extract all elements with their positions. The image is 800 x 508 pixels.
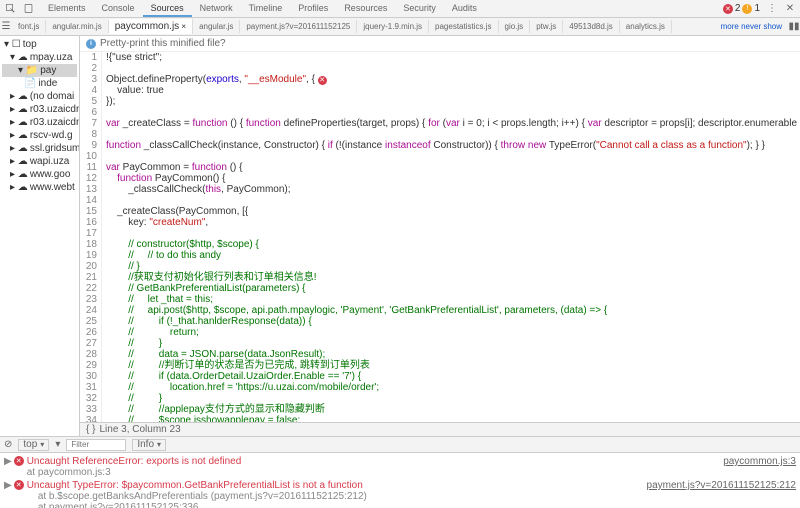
file-tab[interactable]: pagestatistics.js (429, 20, 498, 33)
file-tab[interactable]: jquery-1.9.min.js (357, 20, 429, 33)
file-navigator: ▾ ☐ top ▾ ☁ mpay.uza ▾ 📁 pay 📄 inde ▸ ☁ … (0, 36, 80, 436)
tab-resources[interactable]: Resources (336, 1, 395, 17)
code-area[interactable]: 1 2 3 4 5 6 7 8 9 10 11 12 13 14 15 16 1… (80, 52, 800, 422)
log-level-select[interactable]: Info ▾ (132, 439, 166, 451)
sidebar-item[interactable]: ▸ ☁ www.goo (2, 168, 77, 181)
info-icon: i (86, 39, 96, 49)
nav-toggle-icon[interactable]: ☰ (0, 21, 12, 33)
tab-elements[interactable]: Elements (40, 1, 94, 17)
console-drawer: ⊘ top ▾ ▾ Info ▾ ▶ ✕ Uncaught ReferenceE… (0, 436, 800, 508)
file-tab[interactable]: paycommon.js × (109, 19, 193, 34)
error-icon: ✕ (14, 480, 24, 490)
console-error[interactable]: ▶ ✕ Uncaught ReferenceError: exports is … (4, 455, 796, 479)
error-link[interactable]: paycommon.js:3 (723, 456, 796, 478)
console-body: ▶ ✕ Uncaught ReferenceError: exports is … (0, 453, 800, 508)
file-tab[interactable]: payment.js?v=201611152125 (240, 20, 357, 33)
file-tab[interactable]: font.js (12, 20, 46, 33)
line-gutter: 1 2 3 4 5 6 7 8 9 10 11 12 13 14 15 16 1… (80, 52, 102, 422)
devtools-toolbar: Elements Console Sources Network Timelin… (0, 0, 800, 18)
file-tab[interactable]: angular.min.js (46, 20, 108, 33)
tab-console[interactable]: Console (94, 1, 143, 17)
console-error[interactable]: ▶ ✕ Uncaught TypeError: $paycommon.GetBa… (4, 479, 796, 508)
error-link[interactable]: payment.js?v=201611152125:212 (647, 480, 796, 508)
sidebar-item[interactable]: ▸ ☁ r03.uzaicdn (2, 103, 77, 116)
error-badge[interactable]: ✕2 !1 (723, 3, 760, 14)
pretty-print-text[interactable]: Pretty-print this minified file? (100, 38, 226, 49)
sidebar-item[interactable]: ▸ ☁ www.webt (2, 181, 77, 194)
tab-timeline[interactable]: Timeline (241, 1, 291, 17)
console-filter-input[interactable] (66, 439, 126, 451)
sidebar-item[interactable]: ▸ ☁ ssl.gridsum (2, 142, 77, 155)
console-clear-icon[interactable]: ⊘ (4, 439, 12, 450)
sidebar-item[interactable]: ▾ ☁ mpay.uza (2, 51, 77, 64)
error-count: 2 (735, 3, 741, 14)
expand-icon[interactable]: ▶ (4, 456, 12, 478)
close-icon[interactable]: ✕ (784, 3, 796, 15)
warn-count: 1 (754, 3, 760, 14)
main-area: ▾ ☐ top ▾ ☁ mpay.uza ▾ 📁 pay 📄 inde ▸ ☁ … (0, 36, 800, 436)
device-icon[interactable] (22, 3, 34, 15)
file-tab[interactable]: ptw.js (530, 20, 563, 33)
file-tab[interactable]: gio.js (499, 20, 531, 33)
file-tab-bar: ☰ font.js angular.min.js paycommon.js × … (0, 18, 800, 36)
tab-audits[interactable]: Audits (444, 1, 485, 17)
context-select[interactable]: top ▾ (18, 439, 49, 451)
sidebar-item[interactable]: 📄 inde (2, 77, 77, 90)
settings-icon[interactable]: ⋮ (766, 3, 778, 15)
pause-icon[interactable]: ▮▮ (788, 21, 800, 33)
devtools-tabs: Elements Console Sources Network Timelin… (40, 1, 717, 17)
pretty-print-banner: i Pretty-print this minified file? (80, 36, 800, 52)
error-icon: ✕ (14, 456, 24, 466)
tab-sources[interactable]: Sources (143, 1, 192, 17)
preserve-log-icon[interactable]: ▾ (55, 439, 60, 450)
file-tab[interactable]: angular.js (193, 20, 240, 33)
tab-network[interactable]: Network (192, 1, 241, 17)
code-lines[interactable]: !{"use strict"; Object.defineProperty(ex… (102, 52, 800, 422)
sidebar-item[interactable]: ▸ ☁ (no domai (2, 90, 77, 103)
file-tab[interactable]: 49513d8d.js (563, 20, 620, 33)
cursor-position: Line 3, Column 23 (99, 424, 180, 435)
expand-icon[interactable]: ▶ (4, 480, 12, 508)
sidebar-item[interactable]: ▸ ☁ r03.uzaicdn (2, 116, 77, 129)
error-count-icon: ✕ (723, 4, 733, 14)
sidebar-item-top[interactable]: ▾ ☐ top (2, 38, 77, 51)
sidebar-item[interactable]: ▾ 📁 pay (2, 64, 77, 77)
sidebar-item[interactable]: ▸ ☁ wapi.uza (2, 155, 77, 168)
editor-status-bar: { } Line 3, Column 23 (80, 422, 800, 436)
inspect-icon[interactable] (4, 3, 16, 15)
code-editor: i Pretty-print this minified file? 1 2 3… (80, 36, 800, 436)
console-header: ⊘ top ▾ ▾ Info ▾ (0, 437, 800, 453)
warn-count-icon: ! (742, 4, 752, 14)
file-tab[interactable]: analytics.js (620, 20, 672, 33)
sidebar-item[interactable]: ▸ ☁ rscv-wd.g (2, 129, 77, 142)
tab-profiles[interactable]: Profiles (290, 1, 336, 17)
pretty-brace-icon[interactable]: { } (86, 424, 95, 435)
tab-security[interactable]: Security (395, 1, 444, 17)
more-never-show-link[interactable]: more never show (721, 22, 788, 31)
